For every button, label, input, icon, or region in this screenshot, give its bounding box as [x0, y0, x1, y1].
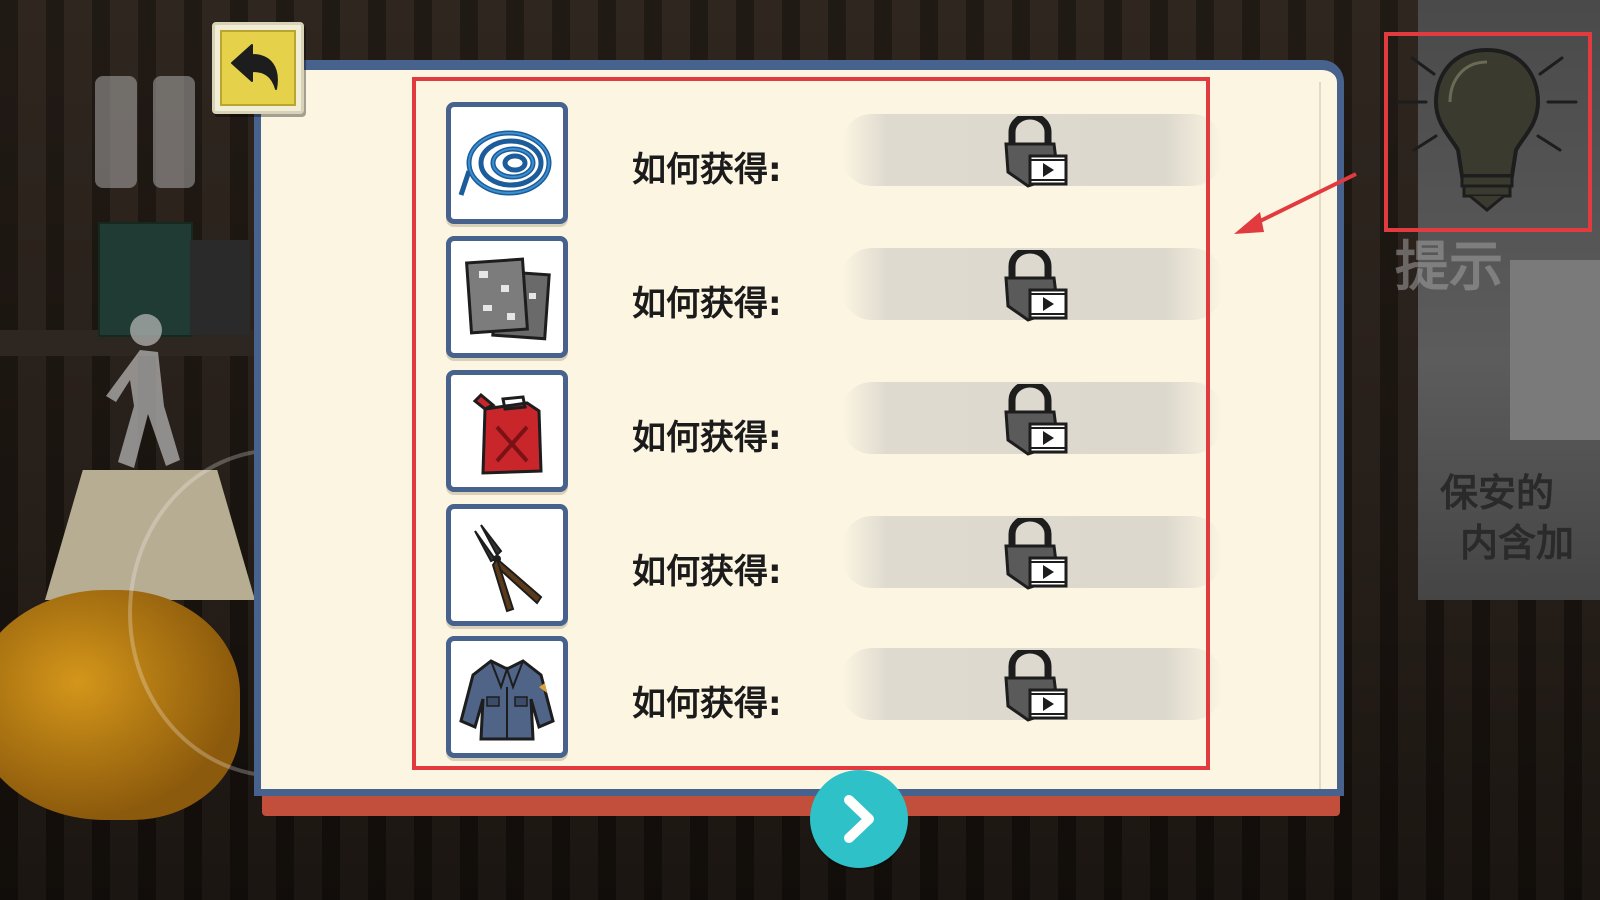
poster-text: 保安的 内含加 — [1440, 468, 1600, 568]
poster-line-2: 内含加 — [1460, 520, 1575, 565]
pause-icon-bar-left — [95, 76, 137, 188]
chevron-right-icon — [844, 795, 874, 843]
poster-photo — [1510, 260, 1600, 440]
items-highlight-box — [412, 77, 1210, 770]
poster-line-1: 保安的 — [1440, 470, 1555, 515]
book-stack-dark — [190, 240, 250, 335]
pause-button[interactable] — [95, 76, 195, 188]
hint-highlight-box — [1384, 32, 1592, 232]
pointer-arrow — [1234, 172, 1357, 234]
next-button[interactable] — [810, 770, 908, 868]
back-button-face — [220, 30, 296, 106]
pause-icon-bar-right — [153, 76, 195, 188]
walk-icon[interactable] — [100, 310, 190, 480]
hint-label: 提示 — [1395, 235, 1503, 298]
back-arrow-icon — [231, 44, 278, 90]
back-button[interactable] — [212, 22, 304, 114]
